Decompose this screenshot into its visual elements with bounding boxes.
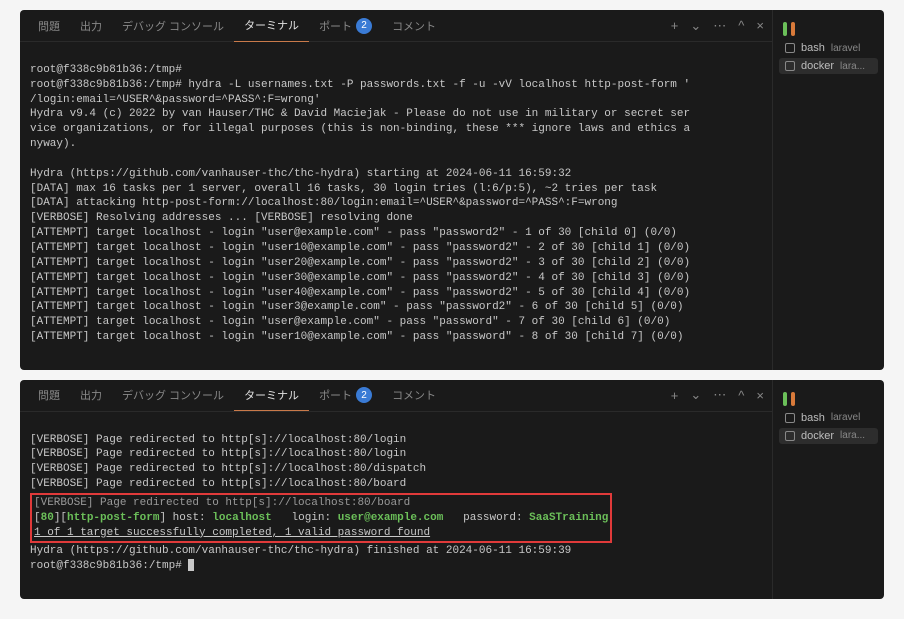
maximize-icon[interactable]: ^	[738, 18, 744, 33]
sidebar-terminal-docker[interactable]: docker lara...	[779, 58, 878, 74]
tab-terminal[interactable]: ターミナル	[234, 10, 309, 42]
term1-line: [ATTEMPT] target localhost - login "user…	[30, 287, 690, 299]
sidebar-terminal-bash[interactable]: bash laravel	[779, 410, 878, 426]
term1-line: root@f338c9b81b36:/tmp# hydra -L usernam…	[30, 79, 690, 91]
terminal-main-bottom: 問題 出力 デバッグ コンソール ターミナル ポート 2 コメント + ⌄ ⋯ …	[20, 380, 772, 599]
term2-line: [VERBOSE] Page redirected to http[s]://l…	[30, 448, 406, 460]
sidebar-item-sub: laravel	[831, 412, 860, 423]
activity-indicator	[779, 16, 878, 36]
tab-comments[interactable]: コメント	[382, 10, 446, 42]
close-panel-icon[interactable]: ×	[756, 388, 764, 403]
term1-line: [ATTEMPT] target localhost - login "user…	[30, 242, 690, 254]
tab-debug-console[interactable]: デバッグ コンソール	[112, 10, 234, 42]
tab-ports[interactable]: ポート 2	[309, 10, 382, 42]
terminal-sidebar-top: bash laravel docker lara...	[772, 10, 884, 370]
tab-output[interactable]: 出力	[70, 380, 112, 412]
maximize-icon[interactable]: ^	[738, 388, 744, 403]
result-password: SaaSTraining	[529, 512, 608, 524]
terminal-output-bottom[interactable]: [VERBOSE] Page redirected to http[s]://l…	[20, 412, 772, 599]
activity-indicator	[779, 386, 878, 406]
term1-line: nyway).	[30, 138, 76, 150]
result-password-label: password:	[443, 512, 529, 524]
result-host-label: host:	[166, 512, 212, 524]
term1-line: [DATA] attacking http-post-form://localh…	[30, 197, 618, 209]
result-login-label: login:	[272, 512, 338, 524]
sidebar-terminal-docker[interactable]: docker lara...	[779, 428, 878, 444]
term1-line: [VERBOSE] Resolving addresses ... [VERBO…	[30, 212, 413, 224]
tab-ports-label: ポート	[319, 387, 352, 403]
term2-prompt: root@f338c9b81b36:/tmp#	[30, 560, 188, 572]
result-summary: 1 of 1 target successfully completed, 1 …	[34, 527, 430, 539]
term1-line: [ATTEMPT] target localhost - login "user…	[30, 227, 677, 239]
term1-line: [ATTEMPT] target localhost - login "user…	[30, 301, 684, 313]
panel-tab-bar: 問題 出力 デバッグ コンソール ターミナル ポート 2 コメント + ⌄ ⋯ …	[20, 10, 772, 42]
term1-line: [ATTEMPT] target localhost - login "user…	[30, 272, 690, 284]
tab-ports[interactable]: ポート 2	[309, 380, 382, 412]
tab-terminal[interactable]: ターミナル	[234, 380, 309, 412]
term2-line: [VERBOSE] Page redirected to http[s]://l…	[30, 434, 406, 446]
terminal-icon	[785, 43, 795, 53]
new-terminal-icon[interactable]: +	[671, 18, 679, 33]
tab-ports-label: ポート	[319, 18, 352, 34]
tab-problems[interactable]: 問題	[28, 10, 70, 42]
tab-problems[interactable]: 問題	[28, 380, 70, 412]
terminal-output-top[interactable]: root@f338c9b81b36:/tmp# root@f338c9b81b3…	[20, 42, 772, 370]
sidebar-item-name: bash	[801, 42, 825, 54]
term1-line: [ATTEMPT] target localhost - login "user…	[30, 316, 670, 328]
sidebar-item-sub: lara...	[840, 61, 865, 72]
term1-line: root@f338c9b81b36:/tmp#	[30, 64, 182, 76]
ports-badge: 2	[356, 18, 372, 34]
term2-struck: [VERBOSE] Page redirected to http[s]://l…	[34, 497, 410, 509]
chevron-down-icon[interactable]: ⌄	[690, 18, 701, 34]
sidebar-item-name: bash	[801, 412, 825, 424]
sidebar-item-sub: lara...	[840, 430, 865, 441]
terminal-main-top: 問題 出力 デバッグ コンソール ターミナル ポート 2 コメント + ⌄ ⋯ …	[20, 10, 772, 370]
panel-tab-bar-bottom: 問題 出力 デバッグ コンソール ターミナル ポート 2 コメント + ⌄ ⋯ …	[20, 380, 772, 412]
tab-debug-console[interactable]: デバッグ コンソール	[112, 380, 234, 412]
chevron-down-icon[interactable]: ⌄	[690, 387, 701, 403]
term1-line: Hydra v9.4 (c) 2022 by van Hauser/THC & …	[30, 108, 690, 120]
sidebar-item-name: docker	[801, 60, 834, 72]
tab-comments[interactable]: コメント	[382, 380, 446, 412]
terminal-icon	[785, 61, 795, 71]
term2-line: [VERBOSE] Page redirected to http[s]://l…	[30, 478, 406, 490]
sidebar-item-name: docker	[801, 430, 834, 442]
term1-line: vice organizations, or for illegal purpo…	[30, 123, 690, 135]
more-icon[interactable]: ⋯	[713, 387, 726, 403]
term1-line: [ATTEMPT] target localhost - login "user…	[30, 331, 684, 343]
terminal-sidebar-bottom: bash laravel docker lara...	[772, 380, 884, 599]
term2-finished: Hydra (https://github.com/vanhauser-thc/…	[30, 545, 571, 557]
close-panel-icon[interactable]: ×	[756, 18, 764, 33]
hydra-result-highlight: [VERBOSE] Page redirected to http[s]://l…	[30, 493, 612, 544]
sidebar-terminal-bash[interactable]: bash laravel	[779, 40, 878, 56]
more-icon[interactable]: ⋯	[713, 18, 726, 34]
term2-line: [VERBOSE] Page redirected to http[s]://l…	[30, 463, 426, 475]
result-port: 80	[41, 512, 54, 524]
sidebar-item-sub: laravel	[831, 43, 860, 54]
result-host: localhost	[212, 512, 271, 524]
result-login: user@example.com	[338, 512, 444, 524]
tab-output[interactable]: 出力	[70, 10, 112, 42]
panel-actions: + ⌄ ⋯ ^ ×	[671, 387, 764, 403]
term1-line: [DATA] max 16 tasks per 1 server, overal…	[30, 183, 657, 195]
cursor	[188, 559, 194, 571]
terminal-panel-top: 問題 出力 デバッグ コンソール ターミナル ポート 2 コメント + ⌄ ⋯ …	[20, 10, 884, 370]
term1-line: Hydra (https://github.com/vanhauser-thc/…	[30, 168, 571, 180]
panel-actions: + ⌄ ⋯ ^ ×	[671, 18, 764, 34]
result-service: http-post-form	[67, 512, 159, 524]
term1-line: /login:email=^USER^&password=^PASS^:F=wr…	[30, 94, 320, 106]
terminal-icon	[785, 431, 795, 441]
term1-line: [ATTEMPT] target localhost - login "user…	[30, 257, 690, 269]
ports-badge: 2	[356, 387, 372, 403]
new-terminal-icon[interactable]: +	[671, 388, 679, 403]
terminal-panel-bottom: 問題 出力 デバッグ コンソール ターミナル ポート 2 コメント + ⌄ ⋯ …	[20, 380, 884, 599]
terminal-icon	[785, 413, 795, 423]
